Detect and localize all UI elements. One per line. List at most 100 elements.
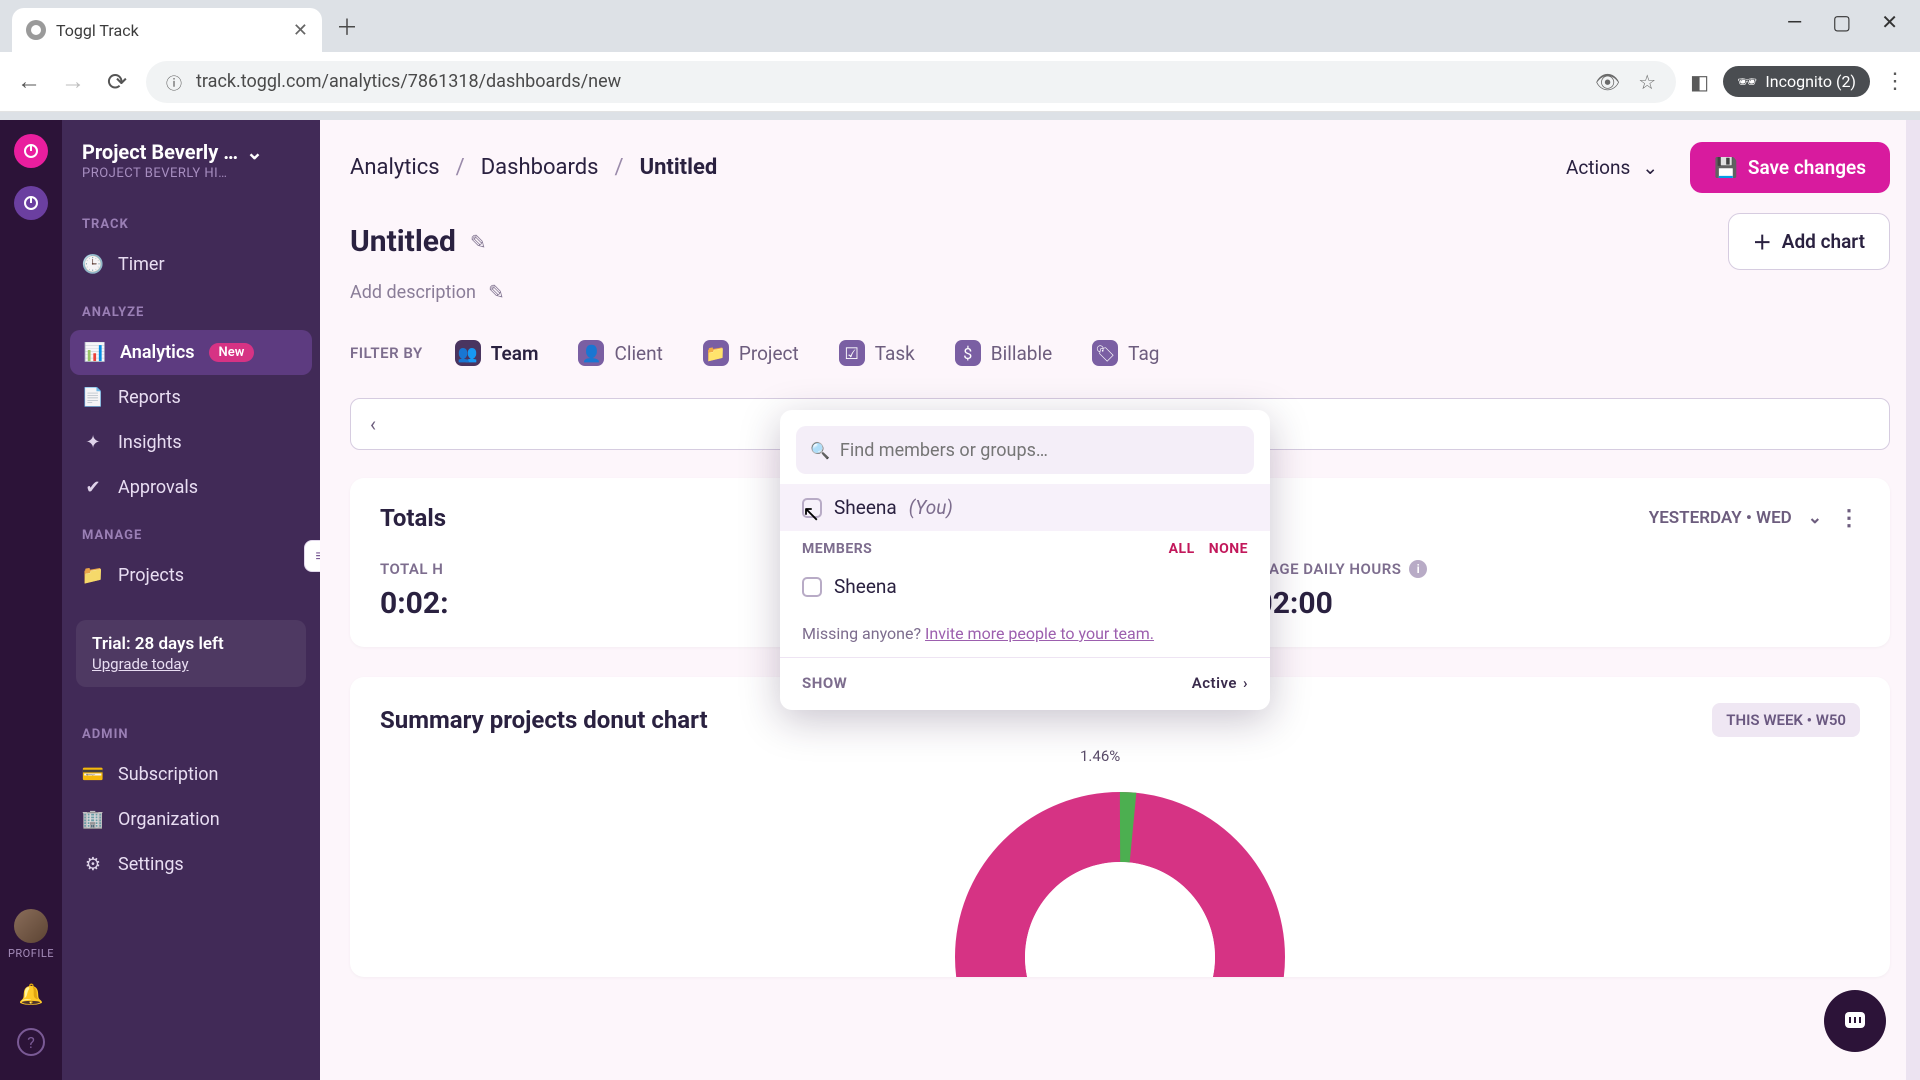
sidebar-item-organization[interactable]: 🏢 Organization: [62, 797, 320, 842]
window-close-icon[interactable]: ✕: [1881, 10, 1898, 34]
reports-icon: 📄: [82, 387, 104, 408]
main-content: Analytics / Dashboards / Untitled Action…: [320, 120, 1920, 1080]
side-panel-icon[interactable]: ◧: [1690, 70, 1709, 94]
save-label: Save changes: [1748, 156, 1866, 179]
intercom-chat-button[interactable]: [1824, 990, 1886, 1052]
totals-title: Totals: [380, 504, 446, 532]
sidebar-item-insights[interactable]: ✦ Insights: [62, 420, 320, 465]
url-text: track.toggl.com/analytics/7861318/dashbo…: [196, 71, 621, 92]
breadcrumb-analytics[interactable]: Analytics: [350, 155, 440, 180]
bookmark-star-icon[interactable]: ☆: [1638, 70, 1656, 94]
new-tab-button[interactable]: ＋: [336, 10, 358, 42]
sidebar-item-settings[interactable]: ⚙ Settings: [62, 842, 320, 887]
rail-workspace-other[interactable]: [14, 186, 48, 220]
section-admin: ADMIN: [62, 709, 320, 752]
date-prev-button[interactable]: ‹: [351, 412, 395, 436]
member-name: Sheena: [834, 496, 897, 519]
filter-tag[interactable]: 🏷 Tag: [1084, 334, 1167, 372]
browser-menu-icon[interactable]: ⋮: [1884, 69, 1906, 94]
member-name: Sheena: [834, 575, 897, 598]
info-icon[interactable]: i: [1409, 560, 1427, 578]
filter-label: Tag: [1128, 342, 1159, 365]
window-maximize-icon[interactable]: ▢: [1832, 10, 1851, 34]
actions-label: Actions: [1566, 156, 1630, 179]
browser-chrome: Toggl Track ✕ ＋ — ▢ ✕ ← → ⟳ ⓘ track.togg…: [0, 0, 1920, 120]
org-icon: 🏢: [82, 809, 104, 830]
chevron-down-icon[interactable]: ⌄: [1808, 508, 1822, 528]
workspace-switcher[interactable]: Project Beverly … ⌄: [62, 134, 320, 166]
incognito-icon: 🕶: [1737, 72, 1757, 91]
upgrade-link[interactable]: Upgrade today: [92, 655, 189, 673]
help-icon[interactable]: ?: [17, 1028, 45, 1056]
breadcrumb-dashboards[interactable]: Dashboards: [481, 155, 599, 180]
site-info-icon[interactable]: ⓘ: [166, 70, 182, 94]
nav-reload-icon[interactable]: ⟳: [102, 68, 132, 96]
metric-label: TOTAL H: [380, 560, 449, 578]
invite-note: Missing anyone? Invite more people to yo…: [780, 610, 1270, 657]
sidebar-item-label: Organization: [118, 809, 220, 830]
member-row[interactable]: Sheena: [780, 563, 1270, 610]
metric-value: 0:02:: [380, 586, 449, 621]
filter-project[interactable]: 📁 Project: [695, 334, 807, 372]
filter-label: Team: [491, 342, 539, 365]
filter-team[interactable]: 👥 Team: [447, 334, 547, 372]
sidebar-item-label: Reports: [118, 387, 181, 408]
tab-title: Toggl Track: [56, 21, 283, 40]
sidebar-item-reports[interactable]: 📄 Reports: [62, 375, 320, 420]
app-root: PROFILE 🔔 ? Project Beverly … ⌄ PROJECT …: [0, 120, 1920, 1080]
folder-icon: 📁: [82, 565, 104, 586]
new-badge: New: [209, 343, 255, 362]
sidebar-item-approvals[interactable]: ✔ Approvals: [62, 465, 320, 510]
window-minimize-icon[interactable]: —: [1787, 10, 1803, 34]
sidebar-item-label: Insights: [118, 432, 182, 453]
donut-small-pct: 1.46%: [1080, 747, 1120, 765]
sidebar-item-subscription[interactable]: 💳 Subscription: [62, 752, 320, 797]
show-filter-row[interactable]: SHOW Active ›: [780, 657, 1270, 710]
tab-close-icon[interactable]: ✕: [293, 20, 308, 41]
rail-workspace-active[interactable]: [14, 134, 48, 168]
sidebar-item-timer[interactable]: 🕒 Timer: [62, 242, 320, 287]
member-you-row[interactable]: Sheena (You): [780, 484, 1270, 531]
team-icon: 👥: [455, 340, 481, 366]
add-chart-button[interactable]: ＋ Add chart: [1728, 213, 1890, 270]
client-icon: 👤: [578, 340, 604, 366]
dashboard-title[interactable]: Untitled: [350, 224, 456, 259]
title-row: Untitled ✎ ＋ Add chart: [320, 203, 1920, 274]
filter-billable[interactable]: $ Billable: [947, 334, 1060, 372]
edit-title-icon[interactable]: ✎: [470, 230, 487, 254]
edit-desc-icon: ✎: [488, 280, 505, 304]
sidebar: Project Beverly … ⌄ PROJECT BEVERLY HI… …: [62, 120, 320, 1080]
tag-icon: 🏷: [1092, 340, 1118, 366]
notifications-icon[interactable]: 🔔: [19, 982, 44, 1006]
incognito-badge[interactable]: 🕶 Incognito (2): [1723, 66, 1870, 97]
donut-card: Summary projects donut chart THIS WEEK •…: [350, 677, 1890, 977]
member-search[interactable]: 🔍: [796, 426, 1254, 474]
project-icon: 📁: [703, 340, 729, 366]
sidebar-item-projects[interactable]: 📁 Projects: [62, 553, 320, 598]
select-all-button[interactable]: ALL: [1169, 541, 1195, 557]
invite-link[interactable]: Invite more people to your team.: [925, 624, 1154, 643]
actions-menu-button[interactable]: Actions ⌄: [1552, 146, 1672, 189]
card-menu-icon[interactable]: ⋮: [1838, 506, 1860, 531]
eye-off-icon[interactable]: 👁: [1595, 70, 1620, 94]
totals-range[interactable]: YESTERDAY • WED: [1649, 508, 1792, 528]
save-button[interactable]: 💾 Save changes: [1690, 142, 1890, 193]
gear-icon: ⚙: [82, 854, 104, 875]
avatar[interactable]: [14, 909, 48, 943]
checkbox[interactable]: [802, 498, 822, 518]
section-manage: MANAGE: [62, 510, 320, 553]
url-field[interactable]: ⓘ track.toggl.com/analytics/7861318/dash…: [146, 61, 1676, 103]
filter-task[interactable]: ☑ Task: [831, 334, 923, 372]
description-row[interactable]: Add description ✎: [320, 274, 1920, 324]
checkbox[interactable]: [802, 577, 822, 597]
nav-back-icon[interactable]: ←: [14, 67, 44, 96]
member-search-input[interactable]: [840, 440, 1240, 461]
task-icon: ☑: [839, 340, 865, 366]
browser-tab[interactable]: Toggl Track ✕: [12, 8, 322, 52]
sidebar-item-analytics[interactable]: 📊 Analytics New: [70, 330, 312, 375]
workspace-name: Project Beverly …: [82, 140, 238, 164]
select-none-button[interactable]: NONE: [1209, 541, 1248, 557]
you-suffix: (You): [909, 496, 953, 519]
breadcrumb-sep: /: [605, 155, 634, 180]
filter-client[interactable]: 👤 Client: [570, 334, 670, 372]
